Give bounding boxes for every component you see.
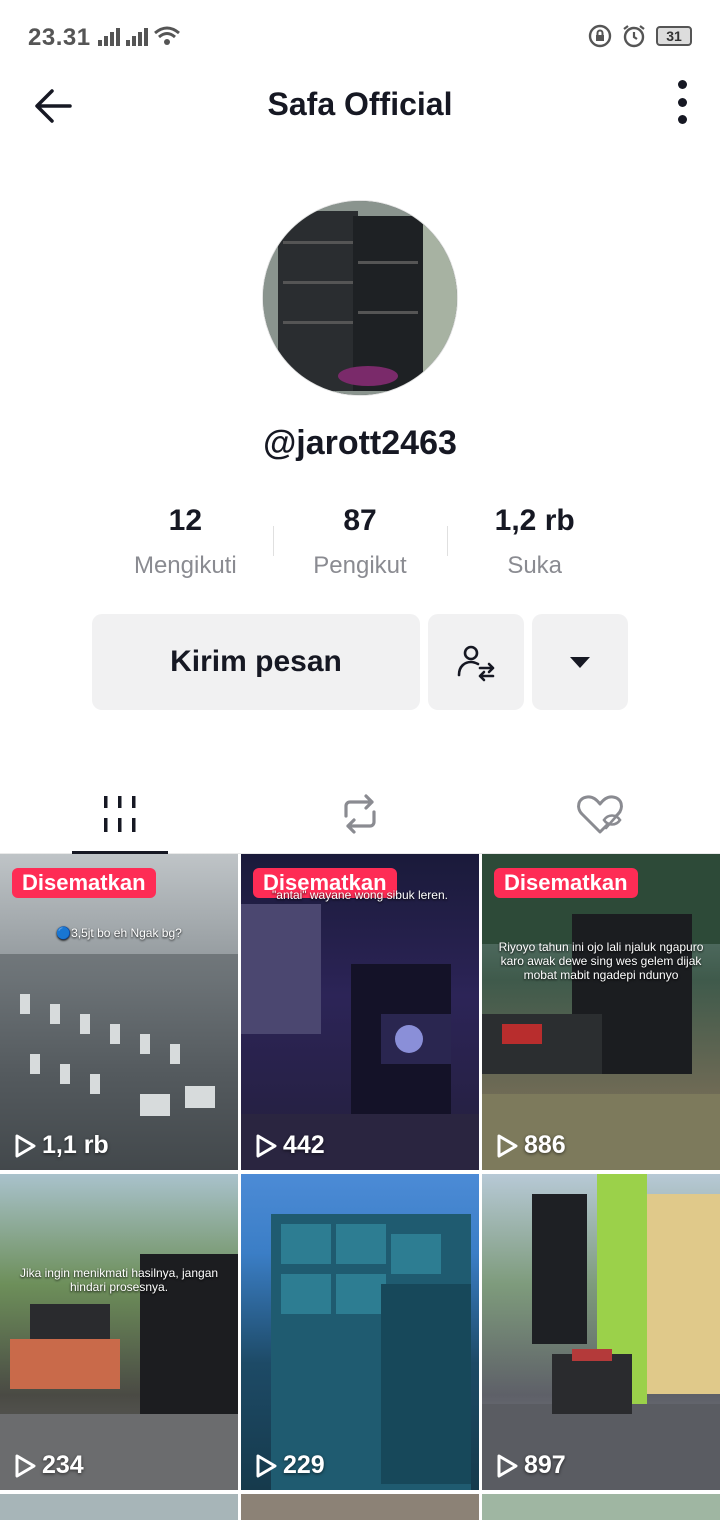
triangle-down-icon (570, 657, 590, 668)
thumbnail-image (0, 954, 238, 1170)
video-thumbnail-partial[interactable] (241, 1494, 479, 1520)
video-thumbnail[interactable]: Disematkan "antai" wayane wong sibuk ler… (241, 854, 479, 1170)
thumbnail-image (482, 854, 720, 1170)
view-count-value: 1,1 rb (42, 1131, 109, 1159)
stat-value: 12 (168, 504, 203, 537)
video-caption: Riyoyo tahun ini ojo lali njaluk ngapuro… (498, 940, 704, 982)
stat-value: 87 (343, 504, 377, 537)
video-caption: Jika ingin menikmati hasilnya, jangan hi… (19, 1266, 219, 1294)
dot-icon (677, 115, 687, 124)
signal-icon (98, 28, 120, 46)
avatar-image (263, 201, 457, 395)
play-icon (15, 1454, 36, 1477)
stat-likes[interactable]: 1,2 rb Suka (447, 504, 622, 584)
status-bar: 23.31 31 (0, 0, 720, 72)
video-thumbnail[interactable]: 229 (241, 1174, 479, 1490)
play-icon (497, 1134, 518, 1157)
view-count: 229 (255, 1451, 325, 1480)
view-count-value: 229 (283, 1451, 325, 1479)
more-suggestions-button[interactable] (532, 614, 628, 710)
video-thumbnail[interactable]: Disematkan 🔵3,5jt bo eh Ngak bg? 1,1 rb (0, 854, 238, 1170)
view-count-value: 234 (42, 1451, 84, 1479)
tab-videos[interactable] (0, 774, 240, 854)
status-icons-right: 31 (588, 24, 692, 48)
video-thumbnail-partial[interactable] (0, 1494, 238, 1520)
lock-rotation-icon (588, 24, 612, 48)
follow-toggle-button[interactable] (428, 614, 524, 710)
thumbnail-image (482, 1174, 720, 1490)
alarm-icon (623, 25, 645, 48)
stat-value: 1,2 rb (494, 504, 575, 537)
stat-following[interactable]: 12 Mengikuti (98, 504, 273, 584)
dot-icon (677, 80, 687, 89)
dot-icon (677, 97, 687, 107)
send-message-button[interactable]: Kirim pesan (92, 614, 420, 710)
profile-tabs (0, 774, 720, 854)
thumbnail-image (0, 1254, 238, 1490)
battery-icon: 31 (656, 26, 692, 46)
view-count: 886 (496, 1131, 566, 1160)
video-grid: Disematkan 🔵3,5jt bo eh Ngak bg? 1,1 rb … (0, 854, 720, 1490)
view-count: 1,1 rb (14, 1131, 109, 1160)
play-icon (497, 1454, 518, 1477)
view-count-value: 897 (524, 1451, 566, 1479)
heart-hidden-icon (577, 794, 623, 833)
profile-stats: 12 Mengikuti 87 Pengikut 1,2 rb Suka (98, 504, 622, 584)
wifi-icon (154, 26, 180, 45)
avatar[interactable] (262, 200, 458, 396)
view-count-value: 886 (524, 1131, 566, 1159)
video-grid-next-row (0, 1494, 720, 1520)
video-thumbnail[interactable]: 897 (482, 1174, 720, 1490)
play-icon (256, 1134, 277, 1157)
video-thumbnail[interactable]: Disematkan Riyoyo tahun ini ojo lali nja… (482, 854, 720, 1170)
status-icons-left (98, 26, 180, 46)
user-swap-icon (457, 645, 495, 682)
stat-label: Pengikut (313, 552, 407, 579)
view-count: 897 (496, 1451, 566, 1480)
play-icon (15, 1134, 36, 1157)
view-count-value: 442 (283, 1131, 325, 1159)
pinned-badge: Disematkan (12, 868, 156, 898)
tab-reposts[interactable] (240, 774, 480, 853)
video-thumbnail[interactable]: Jika ingin menikmati hasilnya, jangan hi… (0, 1174, 238, 1490)
signal-icon-2 (126, 28, 148, 46)
video-caption: 🔵3,5jt bo eh Ngak bg? (56, 926, 182, 940)
thumbnail-image (271, 1214, 471, 1490)
stat-followers[interactable]: 87 Pengikut (272, 504, 448, 584)
more-options-button[interactable] (674, 80, 690, 124)
stat-label: Mengikuti (133, 552, 237, 579)
stat-label: Suka (507, 552, 563, 579)
video-caption: "antai" wayane wong sibuk leren. (272, 888, 448, 902)
page-title: Safa Official (267, 86, 453, 122)
profile-username: @jarott2463 (263, 424, 457, 462)
view-count: 442 (255, 1131, 325, 1160)
status-time: 23.31 (28, 24, 91, 51)
header: Safa Official (0, 72, 720, 138)
repost-icon (344, 793, 376, 834)
play-icon (256, 1454, 277, 1477)
view-count: 234 (14, 1451, 84, 1480)
video-thumbnail-partial[interactable] (482, 1494, 720, 1520)
pinned-badge: Disematkan (494, 868, 638, 898)
tab-liked[interactable] (480, 774, 720, 853)
grid-icon (104, 795, 136, 832)
